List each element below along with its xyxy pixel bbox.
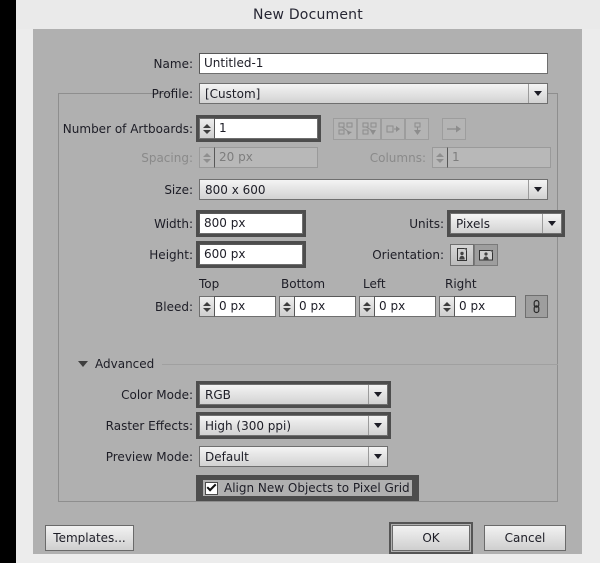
bleed-right-header: Right	[445, 277, 527, 291]
bleed-bottom-input[interactable]: 0 px	[294, 296, 356, 317]
number-of-artboards-stepper[interactable]: 1	[199, 118, 318, 139]
spacing-input: 20 px	[214, 147, 318, 168]
advanced-label: Advanced	[95, 357, 154, 371]
bleed-top-spinner[interactable]	[199, 296, 214, 317]
chevron-down-icon	[528, 180, 547, 199]
bleed-top-header: Top	[199, 277, 281, 291]
change-to-right-to-left-layout-icon[interactable]	[442, 118, 466, 140]
grid-by-column-icon[interactable]	[357, 118, 381, 140]
color-mode-value: RGB	[200, 388, 368, 402]
bleed-right-input[interactable]: 0 px	[454, 296, 516, 317]
profile-value: [Custom]	[200, 87, 528, 101]
width-input[interactable]: 800 px	[199, 213, 303, 234]
ok-button[interactable]: OK	[392, 525, 470, 551]
chevron-down-icon	[368, 416, 387, 435]
disclosure-triangle-down-icon[interactable]	[78, 361, 88, 367]
preview-mode-label: Preview Mode:	[33, 450, 193, 464]
bleed-top-input[interactable]: 0 px	[214, 296, 276, 317]
arrange-by-column-icon[interactable]	[405, 118, 429, 140]
dialog-body: Name: Untitled-1 Profile: [Custom] Numbe…	[33, 29, 582, 554]
bleed-label: Bleed:	[33, 300, 193, 314]
name-input[interactable]: Untitled-1	[199, 53, 548, 74]
raster-effects-label: Raster Effects:	[33, 419, 193, 433]
bleed-right-stepper[interactable]: 0 px	[439, 296, 516, 317]
preview-mode-value: Default	[200, 450, 368, 464]
spacing-label: Spacing:	[33, 151, 193, 165]
cancel-button[interactable]: Cancel	[484, 525, 566, 551]
align-pixel-grid-label: Align New Objects to Pixel Grid	[224, 481, 410, 495]
bleed-left-stepper[interactable]: 0 px	[359, 296, 436, 317]
columns-spinner	[432, 147, 447, 168]
advanced-section-header[interactable]: Advanced	[78, 357, 558, 371]
color-mode-label: Color Mode:	[33, 388, 193, 402]
chevron-down-icon	[368, 447, 387, 466]
arrange-by-row-icon[interactable]	[381, 118, 405, 140]
chevron-down-icon	[368, 385, 387, 404]
bleed-top-stepper[interactable]: 0 px	[199, 296, 276, 317]
orientation-landscape-icon[interactable]	[474, 244, 498, 266]
chevron-down-icon	[542, 214, 561, 233]
columns-input: 1	[447, 147, 551, 168]
spacing-spinner	[199, 147, 214, 168]
new-document-dialog: New Document Name: Untitled-1 Profile: […	[16, 0, 600, 563]
columns-stepper: 1	[432, 147, 551, 168]
number-of-artboards-spinner[interactable]	[199, 118, 214, 139]
units-value: Pixels	[451, 217, 542, 231]
templates-button[interactable]: Templates...	[45, 525, 134, 551]
bleed-bottom-stepper[interactable]: 0 px	[279, 296, 356, 317]
bleed-left-header: Left	[363, 277, 445, 291]
size-label: Size:	[33, 183, 193, 197]
bleed-right-spinner[interactable]	[439, 296, 454, 317]
grid-by-row-icon[interactable]	[333, 118, 357, 140]
height-input[interactable]: 600 px	[199, 244, 303, 265]
columns-label: Columns:	[354, 151, 426, 165]
units-dropdown[interactable]: Pixels	[450, 213, 562, 234]
link-bleed-values-chain-icon[interactable]	[525, 295, 548, 318]
color-mode-dropdown[interactable]: RGB	[199, 384, 388, 405]
orientation-portrait-icon[interactable]	[450, 244, 474, 266]
profile-label: Profile:	[33, 87, 193, 101]
advanced-divider	[162, 364, 558, 365]
bleed-left-spinner[interactable]	[359, 296, 374, 317]
number-of-artboards-label: Number of Artboards:	[33, 122, 193, 136]
chevron-down-icon	[528, 84, 547, 103]
spacing-stepper: 20 px	[199, 147, 318, 168]
raster-effects-dropdown[interactable]: High (300 ppi)	[199, 415, 388, 436]
width-label: Width:	[33, 217, 193, 231]
bleed-left-input[interactable]: 0 px	[374, 296, 436, 317]
name-label: Name:	[33, 57, 193, 71]
dialog-titlebar: New Document	[16, 0, 600, 29]
size-value: 800 x 600	[200, 183, 528, 197]
bleed-bottom-spinner[interactable]	[279, 296, 294, 317]
profile-dropdown[interactable]: [Custom]	[199, 83, 548, 104]
align-pixel-grid-checkbox[interactable]	[205, 482, 218, 495]
raster-effects-value: High (300 ppi)	[200, 419, 368, 433]
dialog-title: New Document	[253, 7, 363, 23]
orientation-label: Orientation:	[356, 248, 444, 262]
size-dropdown[interactable]: 800 x 600	[199, 179, 548, 200]
height-label: Height:	[33, 248, 193, 262]
ok-button-default-frame: OK	[389, 522, 473, 554]
units-label: Units:	[372, 217, 444, 231]
preview-mode-dropdown[interactable]: Default	[199, 446, 388, 467]
bleed-bottom-header: Bottom	[281, 277, 363, 291]
number-of-artboards-input[interactable]: 1	[214, 118, 318, 139]
